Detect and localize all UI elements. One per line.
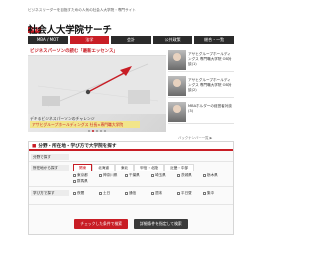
area-checkbox[interactable]: 千葉県 xyxy=(125,172,151,178)
checkbox-label: 平日昼 xyxy=(181,191,192,195)
feature-list: アサヒグループホールディングス 専門職大学院 OB対談(1) アサヒグループホー… xyxy=(168,48,234,126)
checkbox-label: 埼玉県 xyxy=(155,173,166,177)
checkbox-label: 夜間 xyxy=(77,191,85,195)
area-checkbox[interactable]: 埼玉県 xyxy=(151,172,177,178)
checkbox-icon[interactable] xyxy=(151,191,154,195)
carousel-dot-active[interactable] xyxy=(92,130,94,132)
site-title: 社会人大学院サーチ xyxy=(28,25,112,36)
feature-item[interactable]: MBAホルダーの経営者対談 (3) xyxy=(168,100,234,124)
feature-item[interactable]: アサヒグループホールディングス 専門職大学院 OB対談(1) xyxy=(168,48,234,72)
check-search-button[interactable]: チェックした条件で検索 xyxy=(74,219,129,229)
checkbox-icon[interactable] xyxy=(125,191,128,195)
hero-subcaption: アサヒグループホールディングス 社長×専門職大学院 xyxy=(30,121,140,128)
nav-item-mba[interactable]: MBA / MOT xyxy=(28,36,68,44)
checkbox-icon[interactable] xyxy=(151,173,154,177)
checkbox-label: 茨城県 xyxy=(181,173,192,177)
feature-item-text: アサヒグループホールディングス 専門職大学院 OB対談(2) xyxy=(188,78,232,92)
area-checkbox[interactable]: 神奈川県 xyxy=(99,172,125,178)
checkbox-label: 神奈川県 xyxy=(103,173,118,177)
area-tab[interactable]: 関東 xyxy=(73,164,93,171)
person-photo xyxy=(168,102,186,122)
checkbox-icon[interactable] xyxy=(99,191,102,195)
feature-item-text: アサヒグループホールディングス 専門職大学院 OB対談(1) xyxy=(188,52,232,66)
hero-banner[interactable]: ビジネスパーソンの読む「最新エッセンス」 デキるビジネスパーソンのチャレンジ ア… xyxy=(28,48,166,132)
person-photo xyxy=(168,76,186,96)
area-tab[interactable]: 北海道 xyxy=(92,164,115,171)
checkbox-icon[interactable] xyxy=(73,173,76,177)
feature-item[interactable]: アサヒグループホールディングス 専門職大学院 OB対談(2) xyxy=(168,74,234,98)
checkbox-label: 集中 xyxy=(207,191,215,195)
checkbox-label: 週末 xyxy=(155,191,163,195)
carousel-dot[interactable] xyxy=(104,130,106,132)
search-heading-text: 分野・所在地・学び方で大学院を探す xyxy=(38,144,117,149)
feature-item-text: MBAホルダーの経営者対談 (3) xyxy=(188,104,232,113)
checkbox-label: 土日 xyxy=(103,191,111,195)
nav-item-all[interactable]: 総合・一覧 xyxy=(194,36,234,44)
area-tab[interactable]: 甲信・北陸 xyxy=(134,164,165,171)
row-label-area: 所在地から探す xyxy=(31,165,69,171)
nav-item-law[interactable]: 法学 xyxy=(69,36,110,44)
search-mark-icon: ■ xyxy=(32,144,37,149)
search-buttons: チェックした条件で検索 詳細条件を指定して検索 xyxy=(29,219,233,229)
style-checkbox[interactable]: 土日 xyxy=(99,190,125,196)
style-checkboxes: 夜間 土日 通信 週末 平日昼 集中 xyxy=(73,190,231,196)
checkbox-label: 通信 xyxy=(129,191,137,195)
person-photo xyxy=(168,50,186,70)
checkbox-label: 千葉県 xyxy=(129,173,140,177)
style-checkbox[interactable]: 夜間 xyxy=(73,190,99,196)
site-tagline: ビジネスリーダーを目指すための人気の社会人大学院・専門サイト xyxy=(28,8,136,12)
checkbox-icon[interactable] xyxy=(99,173,102,177)
area-tabs: 関東 北海道 東北 甲信・北陸 近畿・中部 xyxy=(73,164,231,171)
site-logo[interactable]: 日刊 社会人大学院サーチ xyxy=(28,15,112,36)
search-row-field: 分野で探す MBA/MOT 法学 会計 公共政策 教育・心理 xyxy=(29,151,233,169)
carousel-dot[interactable] xyxy=(88,130,90,132)
row-label-style: 学び方で探す xyxy=(31,190,69,196)
carousel-dot[interactable] xyxy=(96,130,98,132)
checkbox-icon[interactable] xyxy=(177,173,180,177)
checkbox-icon[interactable] xyxy=(73,179,76,183)
search-heading: ■ 分野・所在地・学び方で大学院を探す xyxy=(29,142,233,151)
hero-illustration xyxy=(28,56,166,114)
detail-search-button[interactable]: 詳細条件を指定して検索 xyxy=(134,219,188,229)
carousel-dots xyxy=(88,130,106,132)
area-checkbox[interactable]: 栃木県 xyxy=(203,172,229,178)
area-checkboxes: 東京都 神奈川県 千葉県 埼玉県 茨城県 栃木県 群馬県 xyxy=(73,172,231,184)
search-panel: ■分野・所在地・学び方で大学院を探す 分野で探す MBA/MOT 法学 会計 公… xyxy=(28,141,234,235)
nav-item-public-policy[interactable]: 公共政策 xyxy=(152,36,193,44)
area-tab[interactable]: 東北 xyxy=(114,164,135,171)
checkbox-label: 栃木県 xyxy=(207,173,218,177)
search-row-style: 学び方で探す 夜間 土日 通信 週末 平日昼 集中 xyxy=(29,187,233,205)
style-checkbox[interactable]: 通信 xyxy=(125,190,151,196)
row-label-field: 分野で探す xyxy=(31,154,69,160)
carousel-dot[interactable] xyxy=(100,130,102,132)
nav-item-accounting[interactable]: 会計 xyxy=(111,36,151,44)
style-checkbox[interactable]: 集中 xyxy=(203,190,229,196)
checkbox-icon[interactable] xyxy=(73,191,76,195)
area-checkbox[interactable]: 群馬県 xyxy=(73,178,99,184)
checkbox-icon[interactable] xyxy=(125,173,128,177)
hero-heading: ビジネスパーソンの読む「最新エッセンス」 xyxy=(28,48,166,56)
checkbox-icon[interactable] xyxy=(203,191,206,195)
checkbox-icon[interactable] xyxy=(177,191,180,195)
backnumber-link[interactable]: バックナンバー一覧 ▶ xyxy=(178,135,212,140)
checkbox-label: 群馬県 xyxy=(77,179,88,183)
area-checkbox[interactable]: 茨城県 xyxy=(177,172,203,178)
checkbox-icon[interactable] xyxy=(203,173,206,177)
style-checkbox[interactable]: 平日昼 xyxy=(177,190,203,196)
global-nav: MBA / MOT 法学 会計 公共政策 総合・一覧 xyxy=(28,36,234,44)
style-checkbox[interactable]: 週末 xyxy=(151,190,177,196)
search-row-area: 所在地から探す 関東 北海道 東北 甲信・北陸 近畿・中部 東京都 神奈川県 千… xyxy=(29,162,233,187)
area-tab[interactable]: 近畿・中部 xyxy=(164,164,195,171)
